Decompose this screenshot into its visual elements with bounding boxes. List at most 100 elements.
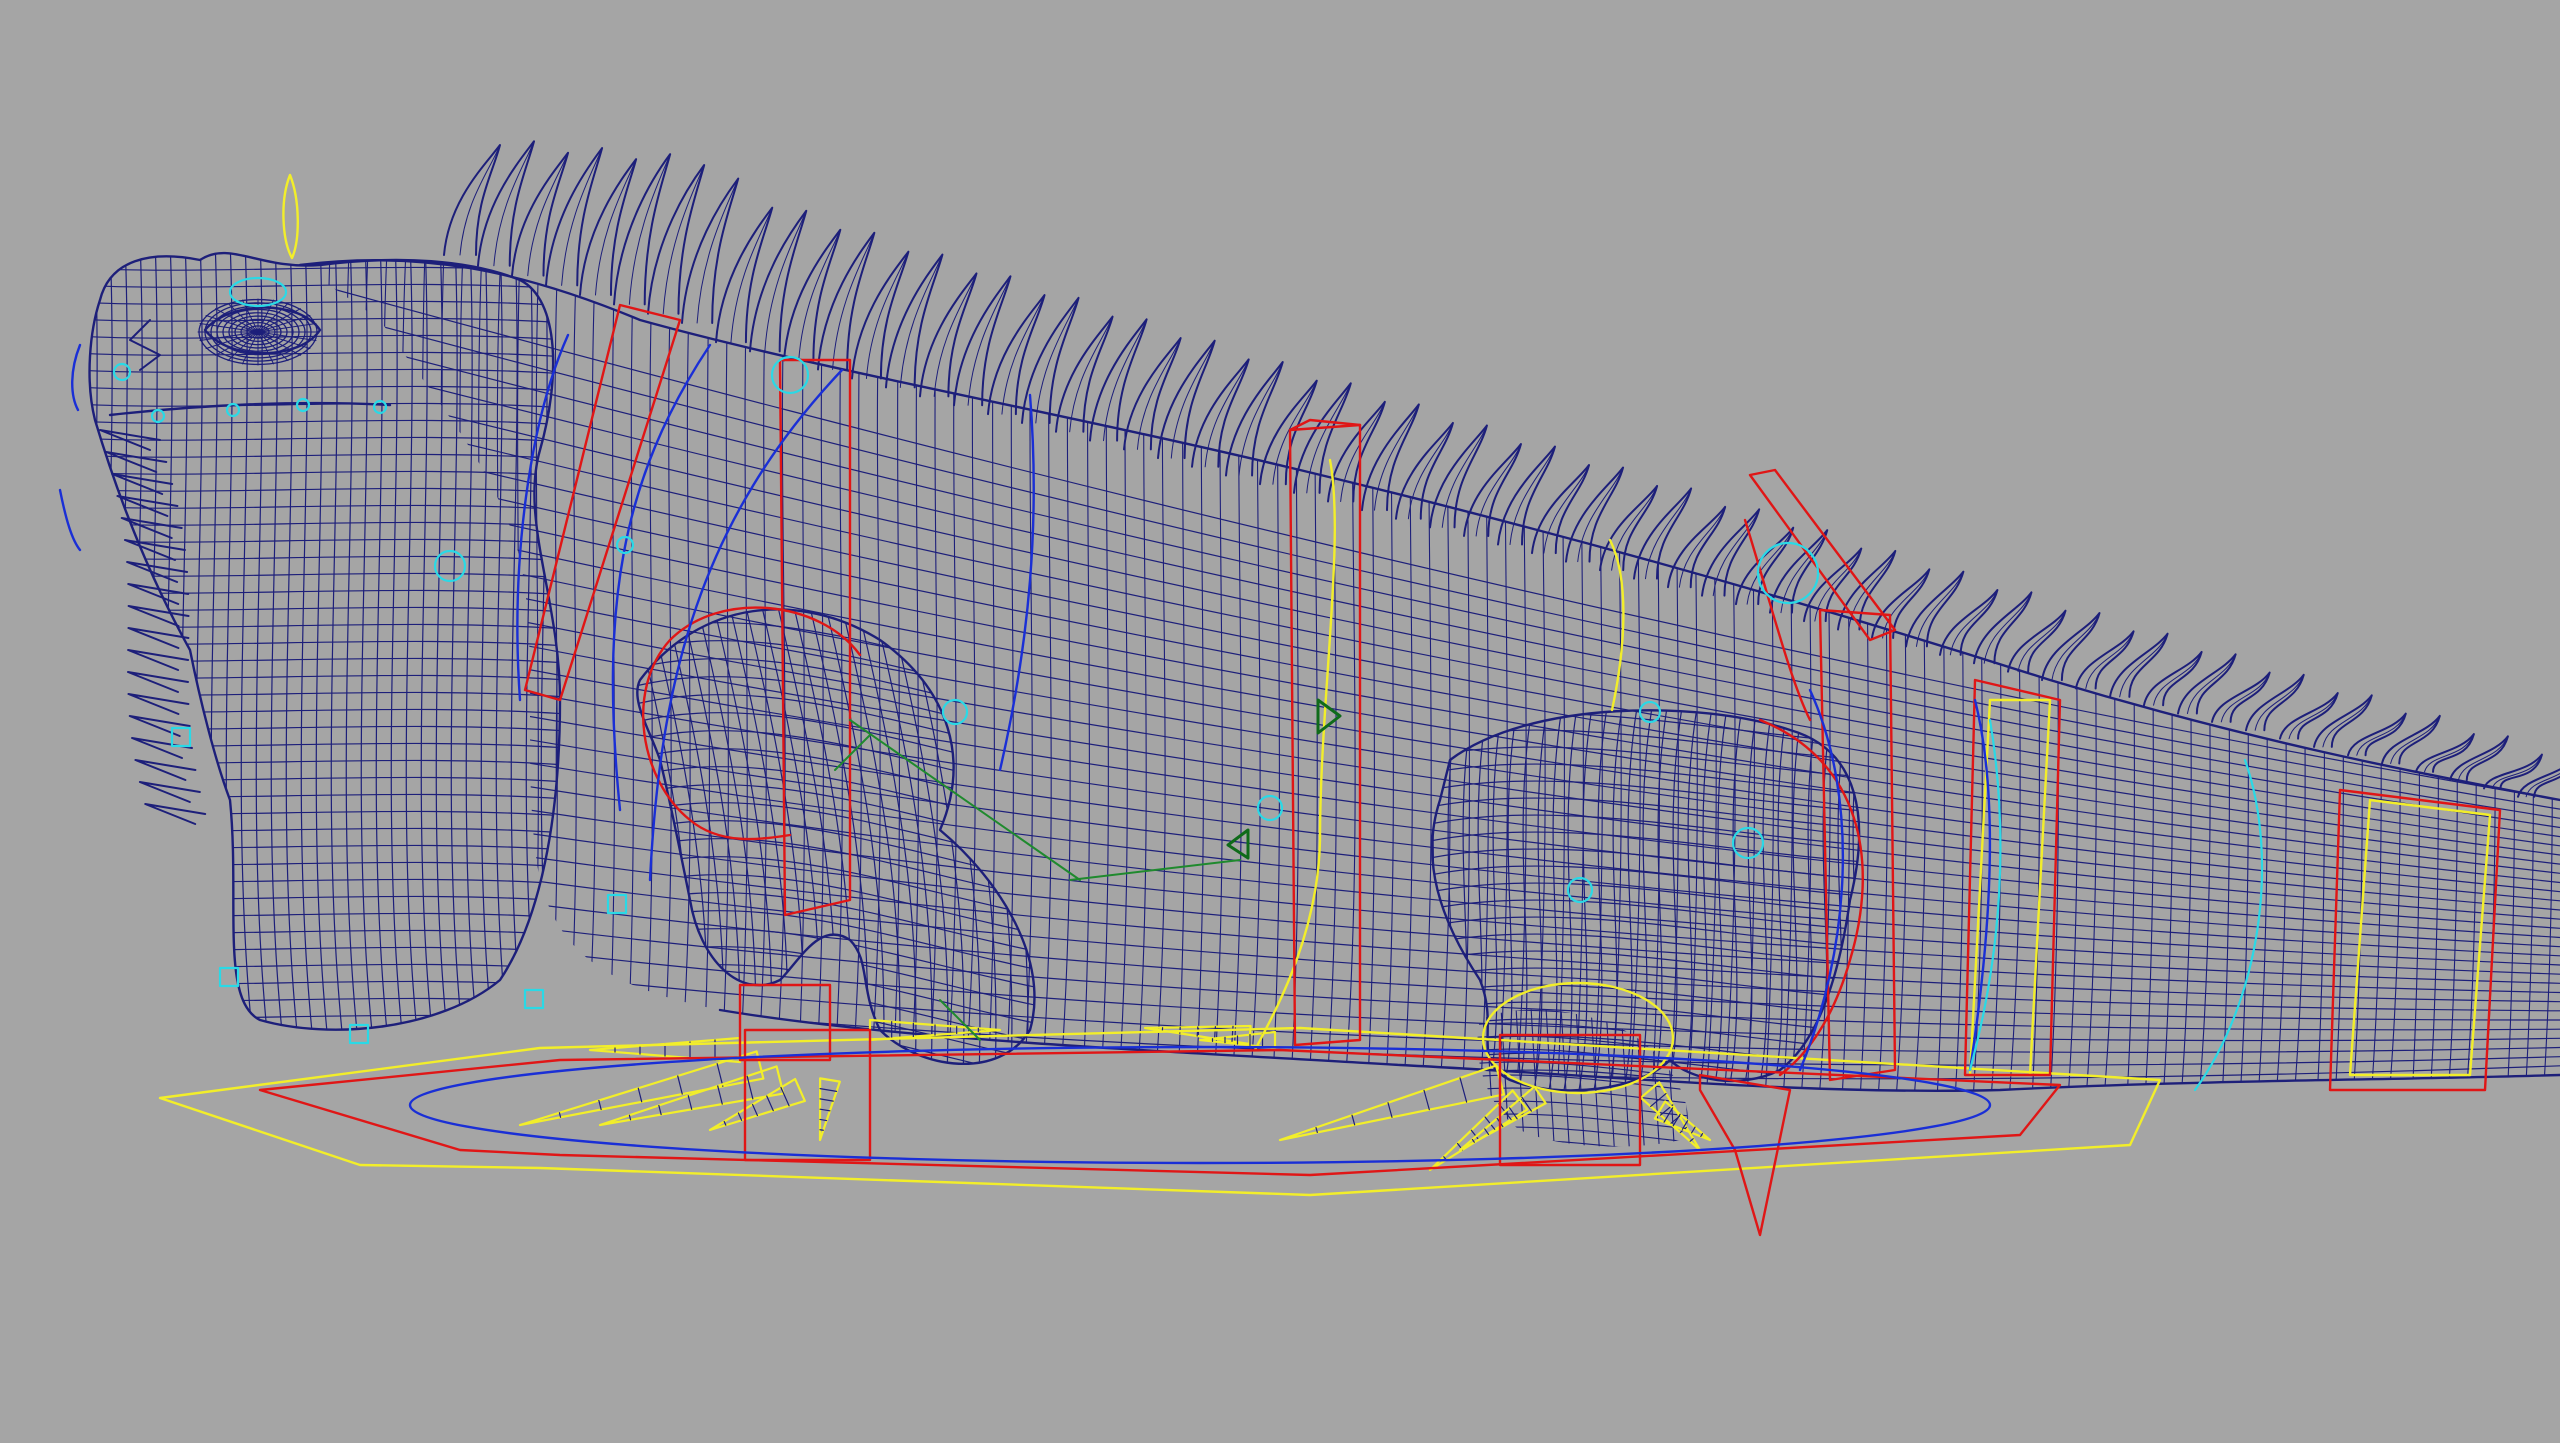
iguana-wireframe-scene[interactable]	[0, 0, 2560, 1443]
body-horizontal-edge	[300, 748, 2560, 975]
body-vertical-edge	[1366, 260, 1376, 1091]
body-vertical-edge	[1556, 260, 1566, 1091]
elbow-control	[941, 698, 969, 726]
body-vertical-edge	[2275, 260, 2288, 1091]
dorsal-spine	[2415, 733, 2475, 773]
head-horizontal-edge	[89, 810, 561, 818]
neck-control	[523, 303, 682, 702]
toe-segment-edge	[819, 1129, 824, 1131]
toe-segment-edge	[1691, 1126, 1696, 1134]
head-horizontal-edge	[89, 589, 561, 597]
head-mesh[interactable]	[60, 240, 585, 1060]
body-vertical-edge	[2103, 260, 2117, 1091]
body-vertical-edge	[2067, 260, 2079, 1091]
head-horizontal-edge	[89, 487, 561, 495]
dorsal-spine	[2075, 630, 2135, 690]
body-vertical-edge	[2411, 260, 2421, 1091]
dorsal-spine	[2279, 692, 2339, 740]
dorsal-spine-edge	[2424, 733, 2475, 773]
back-leg-long-edge	[1649, 710, 1671, 1091]
body-vertical-edge	[2429, 260, 2440, 1091]
throat-fringe-spike	[120, 517, 183, 539]
dorsal-spine	[2483, 753, 2543, 790]
toe-segment-edge	[716, 1063, 724, 1087]
body-vertical-edge	[2144, 260, 2155, 1091]
head-horizontal-edge	[89, 1014, 561, 1022]
toe-segment-edge	[677, 1075, 683, 1095]
dorsal-spine	[2143, 650, 2203, 707]
head-horizontal-edge	[89, 253, 561, 257]
dorsal-spine	[2381, 714, 2441, 765]
dorsal-spine	[2245, 673, 2305, 732]
body-vertical-edge	[357, 260, 369, 1091]
body-vertical-edge	[1913, 260, 1927, 1091]
front-leg-mesh[interactable]	[620, 587, 1124, 1100]
toe-segment-edge	[1471, 1138, 1475, 1143]
lip-control-1	[150, 408, 166, 424]
head-vertical-edge	[330, 253, 346, 1030]
toe-segment-edge	[819, 1088, 838, 1092]
body-vertical-edge	[796, 260, 806, 1091]
head-horizontal-edge	[89, 742, 561, 750]
body-vertical-edge	[2388, 260, 2402, 1091]
throat-fringe-spike	[134, 759, 197, 781]
head-horizontal-edge	[89, 861, 561, 869]
toe-segment-edge	[1351, 1114, 1356, 1126]
head-vertical-edge	[210, 253, 226, 1030]
body-vertical-edge	[814, 260, 825, 1091]
head-vertical-edge	[390, 253, 406, 1030]
head-vertical-edge	[465, 253, 481, 1030]
toe-claw-control[interactable]	[1278, 1064, 1506, 1142]
head-horizontal-edge	[89, 708, 561, 716]
head-horizontal-edge	[89, 776, 561, 784]
toe-segment-edge	[717, 1085, 723, 1105]
head-horizontal-edge	[89, 657, 561, 665]
dorsal-spine	[2211, 671, 2271, 723]
body-vertical-edge	[1461, 260, 1471, 1091]
toe-segment-edge	[766, 1095, 774, 1112]
body-vertical-edge	[1420, 260, 1433, 1091]
jaw-control-upper	[71, 343, 82, 412]
throat-ctrl-4	[523, 988, 545, 1010]
back-leg-long-edge	[1410, 690, 1430, 1110]
body-vertical-edge	[2542, 260, 2554, 1091]
foot-roll-control	[408, 1045, 1992, 1165]
toe-segment-edge	[658, 1104, 662, 1116]
body-vertical-edge	[945, 260, 958, 1091]
head-vertical-edge	[300, 253, 316, 1030]
throat-ctrl-5	[606, 893, 628, 915]
body-vertical-edge	[1936, 260, 1946, 1091]
thigh-long-edge	[1589, 1009, 1601, 1147]
front-leg-long-edge	[1062, 590, 1124, 1100]
head-horizontal-edge	[89, 878, 561, 886]
body-vertical-edge	[1384, 260, 1395, 1091]
throat-fringe-spike	[105, 451, 168, 473]
body-vertical-edge	[2447, 260, 2459, 1091]
head-vertical-edge	[195, 253, 211, 1030]
body-vertical-edge	[1954, 260, 1965, 1091]
head-vertical-edge	[285, 253, 301, 1030]
toe-segment-edge	[746, 1075, 754, 1100]
body-vertical-edge	[1651, 260, 1661, 1091]
head-vertical-edge	[571, 240, 585, 1060]
body-vertical-edge	[1533, 260, 1547, 1091]
dorsal-spine	[2347, 712, 2407, 757]
toe-claw-control[interactable]	[518, 1050, 765, 1127]
body-vertical-edge	[1307, 260, 1319, 1091]
3d-viewport[interactable]	[0, 0, 2560, 1443]
body-vertical-edge	[2370, 260, 2383, 1091]
front-leg-long-edge	[645, 609, 709, 1064]
body-mesh[interactable]	[300, 250, 2560, 1100]
tail-control-2	[2348, 798, 2492, 1077]
head-vertical-edge	[375, 253, 391, 1030]
front-leg-long-edge	[1013, 609, 1035, 1064]
head-vertical-edge	[360, 253, 376, 1030]
throat-fringe-spike	[126, 561, 189, 583]
pole-vector-controls[interactable]	[834, 719, 1241, 1041]
body-vertical-edge	[1081, 260, 1091, 1091]
body-vertical-edge	[529, 260, 540, 1091]
body-vertical-edge	[1800, 260, 1813, 1091]
head-horizontal-edge	[89, 555, 561, 563]
ik-controls-cyan[interactable]	[112, 276, 2264, 1092]
toe-segment-edge	[819, 1108, 831, 1112]
